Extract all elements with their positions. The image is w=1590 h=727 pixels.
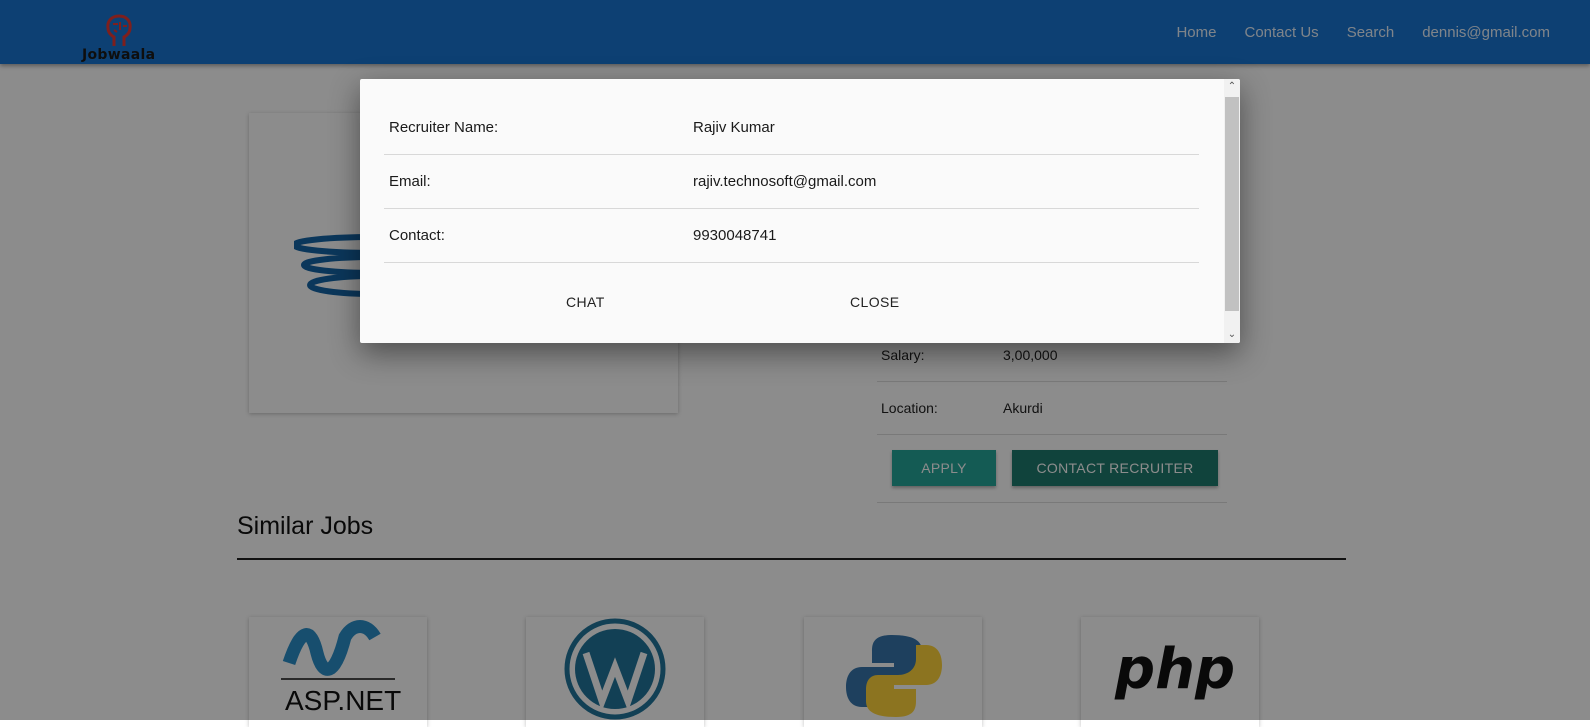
scrollbar-thumb[interactable]	[1225, 97, 1239, 311]
chat-button[interactable]: CHAT	[560, 293, 611, 311]
scroll-up-icon[interactable]: ⌃	[1224, 79, 1240, 95]
recruiter-contact-dialog: Recruiter Name: Rajiv Kumar Email: rajiv…	[360, 79, 1240, 343]
recruiter-contact-value: 9930048741	[693, 227, 777, 244]
close-button[interactable]: CLOSE	[844, 293, 905, 311]
recruiter-name-value: Rajiv Kumar	[693, 119, 775, 136]
recruiter-email-row: Email: rajiv.technosoft@gmail.com	[384, 155, 1199, 209]
recruiter-contact-row: Contact: 9930048741	[384, 209, 1199, 263]
recruiter-email-label: Email:	[389, 173, 431, 190]
recruiter-name-row: Recruiter Name: Rajiv Kumar	[384, 101, 1199, 155]
dialog-scrollbar[interactable]: ⌃ ⌄	[1224, 79, 1240, 343]
recruiter-email-value: rajiv.technosoft@gmail.com	[693, 173, 877, 190]
scroll-down-icon[interactable]: ⌄	[1224, 327, 1240, 343]
recruiter-name-label: Recruiter Name:	[389, 119, 499, 136]
recruiter-contact-label: Contact:	[389, 227, 445, 244]
